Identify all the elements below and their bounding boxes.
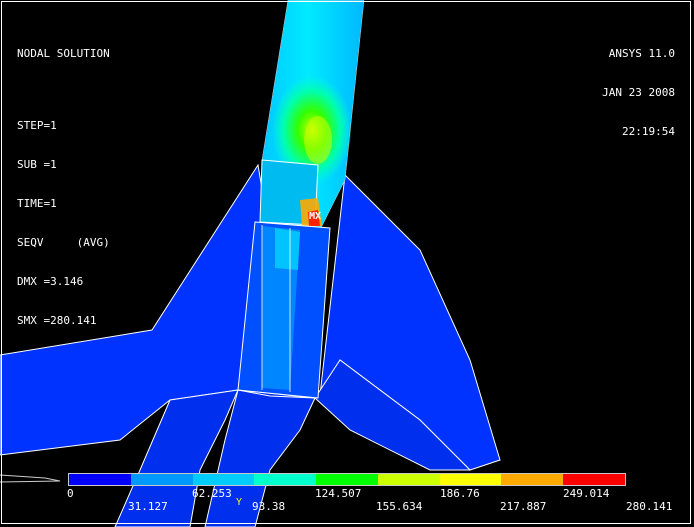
legend-label-bottom-1: 93.38 (252, 500, 286, 513)
legend-label-bottom-3: 217.887 (500, 500, 547, 513)
legend-label-top-0: 0 (67, 487, 74, 500)
legend-label-top-4: 249.014 (563, 487, 610, 500)
legend-swatch-0 (69, 474, 131, 485)
legend-label-top-2: 124.507 (315, 487, 362, 500)
info-result: SEQV (AVG) (17, 236, 110, 249)
solution-info-panel: NODAL SOLUTION STEP=1 SUB =1 TIME=1 SEQV… (17, 21, 110, 353)
info-step: STEP=1 (17, 119, 57, 132)
info-dmx: DMX =3.146 (17, 275, 84, 288)
stress-core (304, 116, 332, 164)
info-time: TIME=1 (17, 197, 57, 210)
info-smx: SMX =280.141 (17, 314, 97, 327)
run-time: 22:19:54 (622, 125, 675, 138)
legend-swatch-2 (192, 474, 255, 485)
legend-label-bottom-2: 155.634 (376, 500, 423, 513)
legend-label-bottom-4: 280.141 (626, 500, 673, 513)
legend-swatch-6 (439, 474, 502, 485)
legend-label-top-3: 186.76 (440, 487, 480, 500)
ansys-graphics-window[interactable]: NODAL SOLUTION STEP=1 SUB =1 TIME=1 SEQV… (0, 0, 694, 527)
max-marker-label: MX (309, 211, 322, 222)
legend-swatch-5 (377, 474, 440, 485)
legend-swatch-8 (563, 474, 626, 485)
product-version: ANSYS 11.0 (608, 47, 675, 60)
run-date: JAN 23 2008 (602, 86, 675, 99)
bottom-left-bracket (0, 474, 61, 483)
legend-label-bottom-0: 31.127 (128, 500, 168, 513)
info-sub: SUB =1 (17, 158, 57, 171)
info-title: NODAL SOLUTION (17, 47, 110, 60)
axis-triad-y-label: Y (236, 497, 243, 508)
header-info-panel: ANSYS 11.0 JAN 23 2008 22:19:54 (602, 21, 675, 164)
legend-label-top-1: 62.253 (192, 487, 232, 500)
cylinder-highlight (275, 228, 300, 270)
legend-swatch-7 (501, 474, 564, 485)
contour-legend-bar (68, 473, 626, 486)
legend-swatch-1 (130, 474, 193, 485)
legend-swatch-3 (254, 474, 317, 485)
legend-swatch-4 (316, 474, 378, 485)
